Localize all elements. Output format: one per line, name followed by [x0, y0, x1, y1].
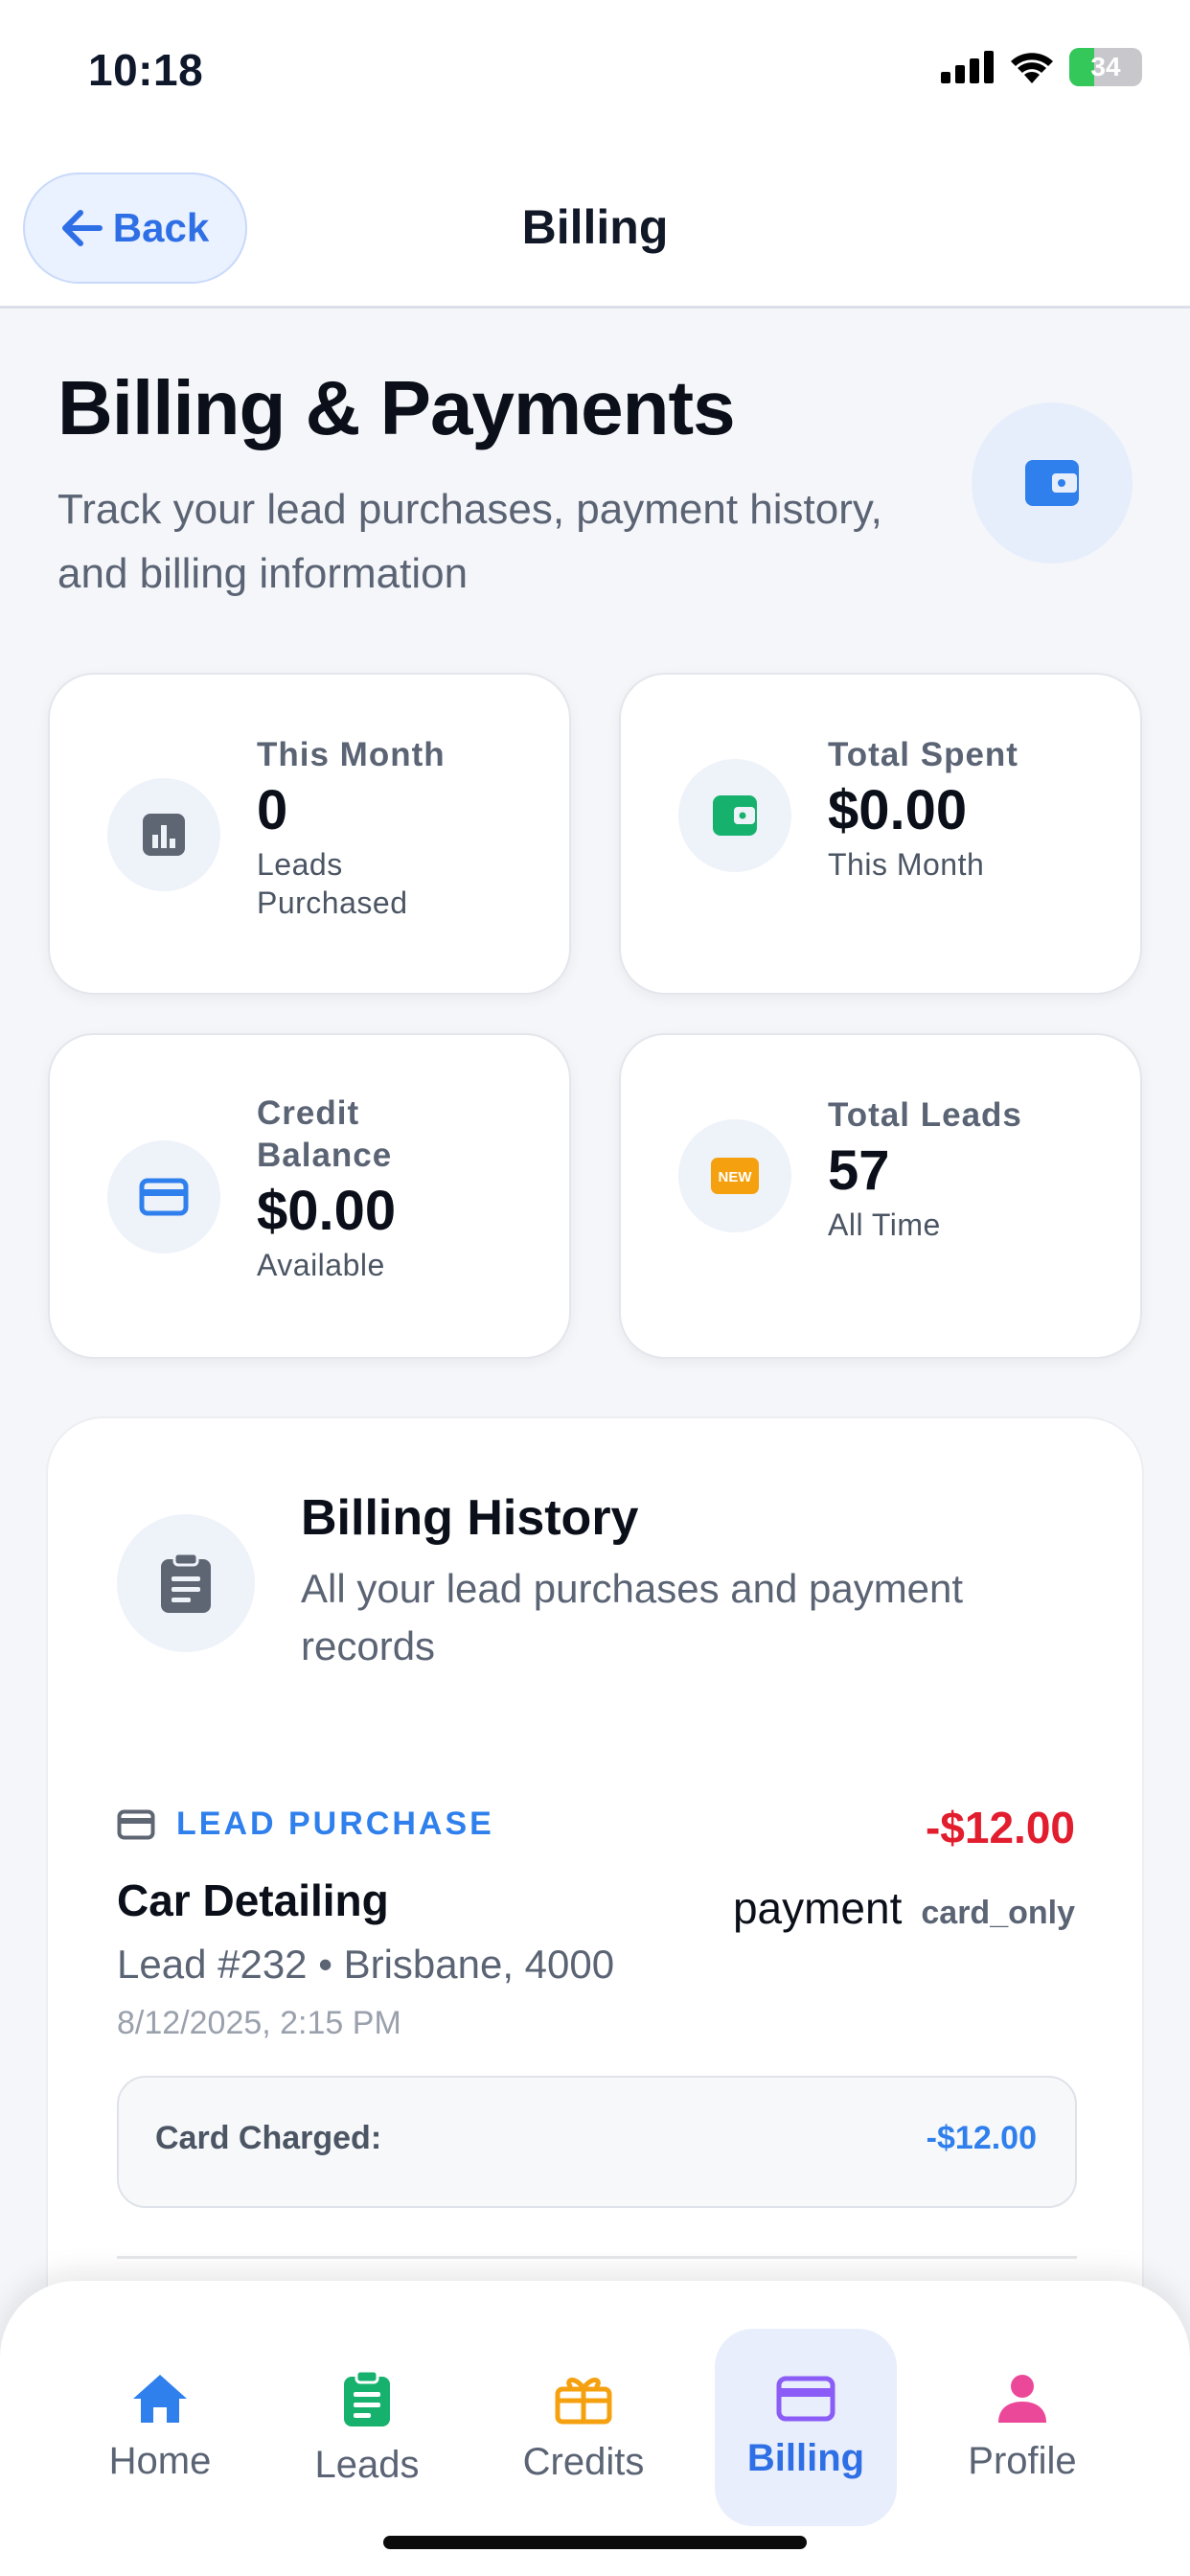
tab-leads[interactable]: Leads [276, 2329, 458, 2526]
transaction-type-label: LEAD PURCHASE [176, 1806, 494, 1842]
stat-text: Total Leads 57 All Time [828, 1094, 1115, 1244]
new-badge-icon: NEW [711, 1158, 759, 1194]
stat-sub: Leads Purchased [257, 847, 408, 920]
credit-card-icon [776, 2376, 835, 2421]
stat-card-total-leads: NEW Total Leads 57 All Time [619, 1033, 1142, 1359]
tab-label: Profile [968, 2439, 1077, 2482]
stat-card-total-spent: Total Spent $0.00 This Month [619, 673, 1142, 995]
stat-card-credit-balance: Credit Balance $0.00 Available [48, 1033, 571, 1359]
history-subtitle: All your lead purchases and payment reco… [301, 1566, 964, 1668]
bar-chart-icon [143, 814, 185, 856]
wallet-icon [1025, 460, 1079, 506]
new-badge-text: NEW [719, 1169, 753, 1185]
stat-sub: All Time [828, 1208, 941, 1242]
divider [117, 2256, 1077, 2259]
credit-card-icon [117, 1809, 155, 1839]
stat-text: This Month 0 Leads Purchased [257, 734, 544, 922]
stat-sub: Available [257, 1248, 385, 1282]
home-indicator [383, 2536, 807, 2549]
stat-label: This Month [257, 736, 446, 773]
tab-label: Billing [746, 2436, 865, 2479]
person-icon [998, 2374, 1046, 2423]
nav-title: Billing [521, 200, 669, 254]
transaction-detail: Lead #232 • Brisbane, 4000 [117, 1942, 615, 1987]
clipboard-icon [161, 1552, 211, 1613]
stat-value: 57 [828, 1139, 890, 1202]
payment-method-value: card_only [921, 1895, 1075, 1931]
header-wallet-badge [972, 402, 1133, 564]
card-charged-box: Card Charged: -$12.00 [117, 2076, 1077, 2208]
home-icon [133, 2374, 187, 2423]
stat-text: Credit Balance $0.00 Available [257, 1092, 487, 1284]
status-bar: 10:18 34 [0, 0, 1190, 144]
history-icon-badge [117, 1514, 255, 1652]
status-icons: 34 [941, 48, 1142, 86]
transaction-method: payment card_only [733, 1882, 1075, 1934]
tab-profile[interactable]: Profile [931, 2329, 1113, 2526]
battery-level: 34 [1090, 52, 1121, 81]
nav-bar: Back Billing [0, 144, 1190, 309]
wallet-icon [713, 795, 757, 836]
stat-label: Total Spent [828, 736, 1018, 773]
card-charged-value: -$12.00 [926, 2120, 1037, 2156]
tab-home[interactable]: Home [69, 2329, 251, 2526]
stat-text: Total Spent $0.00 This Month [828, 734, 1115, 884]
stat-sub: This Month [828, 847, 985, 882]
stat-label: Credit Balance [257, 1094, 393, 1174]
tab-label: Credits [522, 2440, 645, 2483]
stat-icon-badge [107, 1140, 220, 1254]
stat-card-this-month: This Month 0 Leads Purchased [48, 673, 571, 995]
stat-label: Total Leads [828, 1096, 1022, 1134]
transaction-amount: -$12.00 [925, 1803, 1075, 1852]
battery-icon: 34 [1069, 48, 1142, 86]
history-title: Billing History [301, 1490, 639, 1546]
signal-icon [941, 51, 994, 83]
stat-icon-badge [107, 778, 220, 891]
wifi-icon [1011, 53, 1053, 83]
tab-label: Leads [314, 2443, 420, 2486]
tab-billing[interactable]: Billing [715, 2329, 897, 2526]
page-subtitle: Track your lead purchases, payment histo… [57, 486, 882, 597]
status-time: 10:18 [88, 45, 204, 95]
transaction-type: LEAD PURCHASE [117, 1806, 494, 1843]
stat-value: $0.00 [828, 779, 968, 841]
credit-card-icon [139, 1178, 189, 1216]
card-charged-label: Card Charged: [155, 2120, 382, 2156]
transaction-name: Car Detailing [117, 1875, 389, 1925]
transaction-date: 8/12/2025, 2:15 PM [117, 2005, 401, 2041]
stat-icon-badge: NEW [678, 1119, 791, 1232]
bottom-tab-bar: Home Leads Credits Billing Profile [0, 2281, 1190, 2576]
clipboard-icon [344, 2369, 390, 2426]
payment-method-label: payment [732, 1883, 903, 1933]
stat-value: 0 [257, 779, 288, 841]
gift-icon [555, 2377, 612, 2424]
stat-icon-badge [678, 759, 791, 872]
page-title: Billing & Payments [57, 365, 736, 450]
tab-credits[interactable]: Credits [492, 2329, 675, 2526]
stat-value: $0.00 [257, 1180, 397, 1242]
tab-label: Home [108, 2439, 212, 2482]
